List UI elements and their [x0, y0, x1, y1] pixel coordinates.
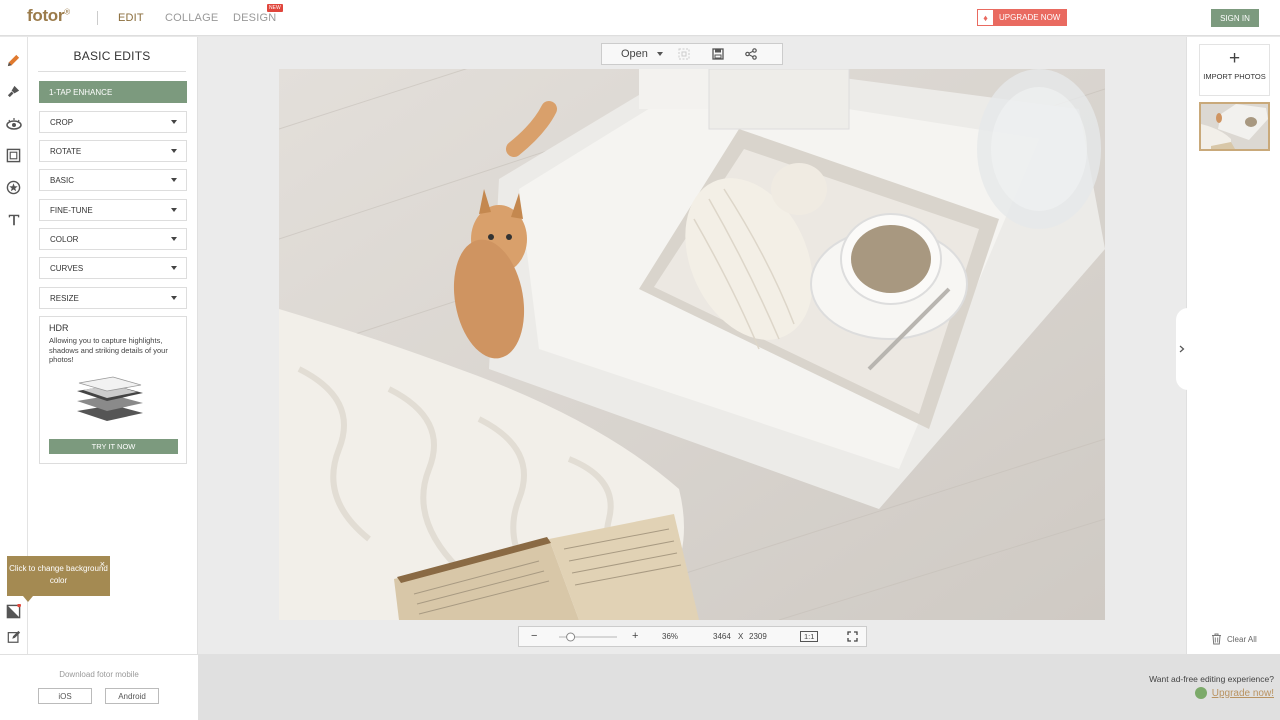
- open-dropdown[interactable]: Open: [621, 48, 663, 60]
- diamond-icon: ♦: [977, 9, 994, 26]
- mobile-download-area: Download fotor mobile iOS Android: [0, 654, 198, 720]
- nav-collage[interactable]: COLLAGE: [165, 12, 218, 24]
- ad-area: Want ad-free editing experience? Upgrade…: [198, 654, 1280, 720]
- sticker-icon[interactable]: [5, 179, 22, 196]
- fotor-logo[interactable]: fotor®: [27, 6, 70, 26]
- eye-icon[interactable]: [5, 115, 22, 132]
- menu-item-label: COLOR: [50, 234, 79, 244]
- dimension-separator: X: [738, 632, 744, 641]
- chevron-down-icon: [171, 296, 177, 300]
- chevron-down-icon: [171, 120, 177, 124]
- menu-item-label: BASIC: [50, 175, 75, 185]
- image-height: 2309: [749, 632, 767, 641]
- menu-item-resize[interactable]: RESIZE: [39, 287, 187, 309]
- tooltip-text: Click to change background color: [9, 564, 108, 585]
- zoom-slider[interactable]: [557, 632, 619, 642]
- top-bar: fotor® EDIT COLLAGE DESIGN NEW ♦ UPGRADE…: [0, 0, 1280, 36]
- menu-item-basic[interactable]: BASIC: [39, 169, 187, 191]
- zoom-slider-handle[interactable]: [566, 632, 576, 642]
- hdr-description: Allowing you to capture highlights, shad…: [49, 336, 168, 364]
- panel-title: BASIC EDITS: [38, 49, 186, 72]
- zoom-bar: − + 36% 3464 X 2309 1:1: [518, 626, 867, 647]
- clear-all-button[interactable]: Clear All: [1211, 633, 1257, 645]
- try-it-now-button[interactable]: TRY IT NOW: [49, 439, 178, 454]
- mobile-download-text: Download fotor mobile: [59, 670, 139, 679]
- menu-item-label: CROP: [50, 117, 74, 127]
- import-photos-button[interactable]: + IMPORT PHOTOS: [1199, 44, 1270, 96]
- image-width: 3464: [713, 632, 731, 641]
- background-icon[interactable]: [5, 603, 22, 620]
- android-button[interactable]: Android: [105, 688, 159, 704]
- menu-item-label: CURVES: [50, 263, 84, 273]
- chevron-down-icon: [171, 149, 177, 153]
- thumbnail-image: [1201, 104, 1268, 149]
- background-color-tooltip: Click to change background color ×: [7, 556, 110, 602]
- one-tap-enhance-button[interactable]: 1-TAP ENHANCE: [39, 81, 187, 103]
- new-badge: NEW: [267, 4, 283, 12]
- actual-size-button[interactable]: 1:1: [800, 631, 819, 642]
- clear-all-label: Clear All: [1227, 634, 1257, 644]
- photo-canvas[interactable]: [279, 69, 1105, 620]
- photo-thumbnail[interactable]: [1199, 102, 1270, 151]
- menu-item-rotate[interactable]: ROTATE: [39, 140, 187, 162]
- share-icon[interactable]: [744, 47, 758, 61]
- chevron-right-icon: [1179, 345, 1185, 353]
- chevron-down-icon: [171, 208, 177, 212]
- plus-icon: +: [1228, 48, 1241, 69]
- nav-edit[interactable]: EDIT: [118, 12, 144, 24]
- fullscreen-icon[interactable]: [847, 631, 858, 644]
- compare-icon[interactable]: [677, 47, 691, 61]
- hdr-layers-icon: [77, 376, 143, 421]
- menu-item-crop[interactable]: CROP: [39, 111, 187, 133]
- canvas-area: Open − + 36% 3464 X 2309 1:1: [198, 37, 1186, 654]
- upgrade-link-label: Upgrade now!: [1211, 687, 1274, 699]
- hdr-promo-card: HDR Allowing you to capture highlights, …: [39, 316, 187, 464]
- upgrade-now-button[interactable]: ♦ UPGRADE NOW: [977, 9, 1067, 26]
- trash-icon: [1212, 633, 1221, 645]
- close-icon[interactable]: ×: [100, 558, 105, 570]
- collapse-panel-tab[interactable]: [1176, 308, 1188, 390]
- zoom-level: 36%: [662, 632, 679, 641]
- nav-design[interactable]: DESIGN: [233, 12, 276, 24]
- text-icon[interactable]: [5, 211, 22, 228]
- hdr-title: HDR: [49, 323, 69, 333]
- divider: [97, 11, 98, 25]
- zoom-in-button[interactable]: +: [632, 630, 638, 642]
- menu-item-label: ROTATE: [50, 146, 82, 156]
- upgrade-now-link[interactable]: Upgrade now!: [1194, 687, 1274, 699]
- photo-image: [279, 69, 1105, 620]
- pencil-icon[interactable]: [5, 52, 22, 69]
- upgrade-label: UPGRADE NOW: [999, 13, 1061, 22]
- chevron-down-icon: [171, 237, 177, 241]
- menu-item-label: FINE-TUNE: [50, 205, 93, 215]
- chevron-down-icon: [656, 52, 663, 56]
- menu-item-fine-tune[interactable]: FINE-TUNE: [39, 199, 187, 221]
- menu-item-curves[interactable]: CURVES: [39, 257, 187, 279]
- leaf-icon: [1194, 687, 1207, 699]
- open-label: Open: [621, 48, 648, 60]
- chevron-down-icon: [171, 178, 177, 182]
- canvas-toolbar: Open: [601, 43, 783, 65]
- frame-icon[interactable]: [5, 147, 22, 164]
- photos-panel: + IMPORT PHOTOS Clear All: [1186, 37, 1280, 654]
- paint-brush-icon[interactable]: [5, 83, 22, 100]
- save-icon[interactable]: [711, 47, 725, 61]
- ios-button[interactable]: iOS: [38, 688, 92, 704]
- menu-item-label: RESIZE: [50, 293, 79, 303]
- menu-item-color[interactable]: COLOR: [39, 228, 187, 250]
- edit-note-icon[interactable]: [5, 628, 22, 645]
- zoom-out-button[interactable]: −: [531, 630, 537, 642]
- sign-in-button[interactable]: SIGN IN: [1211, 9, 1259, 27]
- ad-free-text: Want ad-free editing experience?: [1149, 674, 1274, 684]
- import-photos-label: IMPORT PHOTOS: [1203, 72, 1266, 81]
- chevron-down-icon: [171, 266, 177, 270]
